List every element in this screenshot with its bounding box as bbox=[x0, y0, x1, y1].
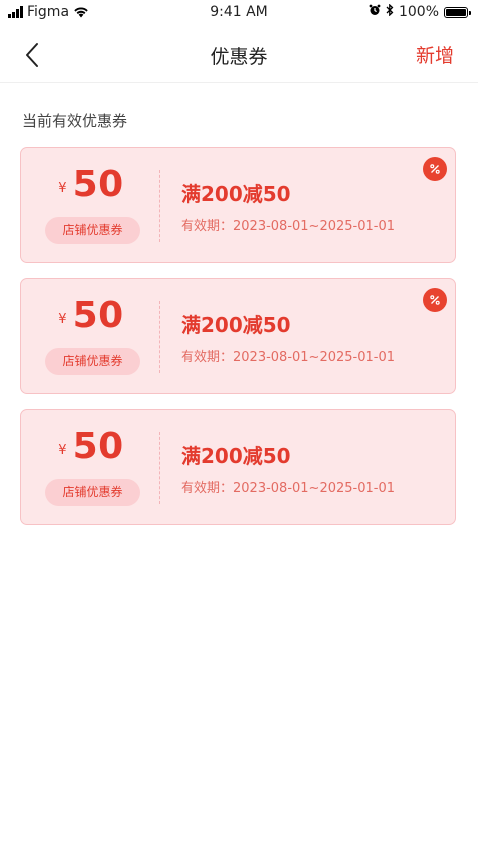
nav-bar: 优惠券 新增 bbox=[0, 28, 478, 83]
coupon-type-tag: 店铺优惠券 bbox=[45, 217, 140, 244]
coupon-validity: 有效期：2023-08-01~2025-01-01 bbox=[181, 481, 395, 496]
dashed-divider bbox=[159, 170, 160, 242]
coupon-amount-panel: ¥50 店铺优惠券 bbox=[21, 148, 161, 262]
currency-symbol: ¥ bbox=[58, 312, 67, 327]
coupon-details: 满200减50 有效期：2023-08-01~2025-01-01 bbox=[181, 309, 439, 365]
page-title: 优惠券 bbox=[210, 46, 268, 68]
coupon-type-tag: 店铺优惠券 bbox=[45, 348, 140, 375]
battery-percent: 100% bbox=[398, 4, 439, 20]
coupon-rule: 满200减50 bbox=[181, 182, 291, 206]
discount-percent-icon bbox=[423, 288, 447, 312]
coupon-list: ¥50 店铺优惠券 满200减50 有效期：2023-08-01~2025-01… bbox=[20, 147, 456, 540]
coupon-validity: 有效期：2023-08-01~2025-01-01 bbox=[181, 219, 395, 234]
section-title: 当前有效优惠券 bbox=[22, 112, 128, 130]
dashed-divider bbox=[159, 432, 160, 504]
coupon-rule: 满200减50 bbox=[181, 444, 291, 468]
coupon-rule: 满200减50 bbox=[181, 313, 291, 337]
coupon-type-tag: 店铺优惠券 bbox=[45, 479, 140, 506]
coupon-amount-panel: ¥50 店铺优惠券 bbox=[21, 410, 161, 524]
coupon-details: 满200减50 有效期：2023-08-01~2025-01-01 bbox=[181, 178, 439, 234]
coupon-card[interactable]: ¥50 店铺优惠券 满200减50 有效期：2023-08-01~2025-01… bbox=[20, 147, 456, 263]
currency-symbol: ¥ bbox=[58, 443, 67, 458]
status-right: 100% bbox=[369, 3, 471, 20]
coupon-amount: 50 bbox=[72, 295, 124, 336]
dashed-divider bbox=[159, 301, 160, 373]
status-bar: Figma 9:41 AM 100% bbox=[0, 0, 478, 28]
coupon-amount: 50 bbox=[72, 426, 124, 467]
coupon-card[interactable]: ¥50 店铺优惠券 满200减50 有效期：2023-08-01~2025-01… bbox=[20, 278, 456, 394]
bluetooth-icon bbox=[386, 3, 394, 20]
coupon-amount: 50 bbox=[72, 164, 124, 205]
discount-percent-icon bbox=[423, 157, 447, 181]
coupon-details: 满200减50 有效期：2023-08-01~2025-01-01 bbox=[181, 440, 439, 496]
battery-icon bbox=[444, 6, 471, 18]
coupon-card[interactable]: ¥50 店铺优惠券 满200减50 有效期：2023-08-01~2025-01… bbox=[20, 409, 456, 525]
currency-symbol: ¥ bbox=[58, 181, 67, 196]
alarm-icon bbox=[369, 4, 381, 20]
add-coupon-button[interactable]: 新增 bbox=[416, 41, 454, 68]
coupon-amount-panel: ¥50 店铺优惠券 bbox=[21, 279, 161, 393]
coupon-validity: 有效期：2023-08-01~2025-01-01 bbox=[181, 350, 395, 365]
